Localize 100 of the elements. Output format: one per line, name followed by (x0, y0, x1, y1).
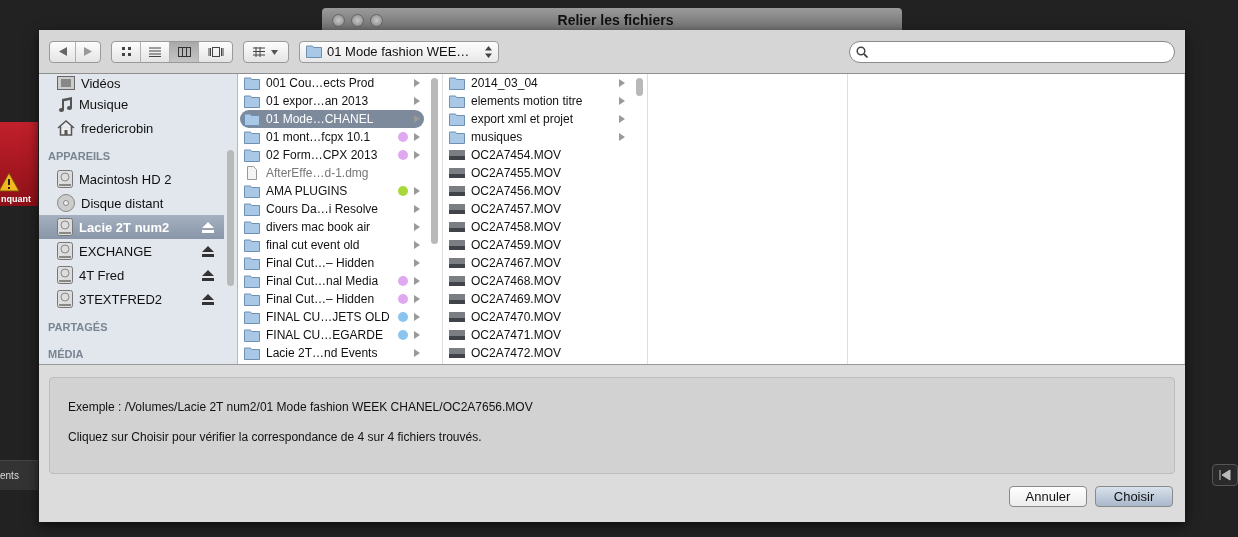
disclosure-arrow-icon (414, 241, 420, 249)
eject-icon[interactable] (202, 293, 214, 305)
file-row[interactable]: 2014_03_04 (445, 74, 629, 92)
video-thumbnail-icon (449, 150, 465, 160)
sidebar-item[interactable]: Musique (39, 92, 224, 116)
folder-icon (306, 45, 322, 58)
folder-icon (244, 184, 260, 198)
scrollbar-thumb[interactable] (636, 78, 643, 96)
file-row[interactable]: musiques (445, 128, 629, 146)
sidebar-item[interactable]: Vidéos (39, 74, 224, 92)
file-row[interactable]: Final Cut…nal Media (240, 272, 424, 290)
sidebar-heading: APPAREILS (47, 149, 112, 164)
file-row[interactable]: OC2A7471.MOV (445, 326, 629, 344)
disclosure-arrow-icon (414, 331, 420, 339)
video-thumbnail-icon (449, 348, 465, 358)
file-row[interactable]: OC2A7472.MOV (445, 344, 629, 362)
side-label: ents (0, 470, 19, 481)
folder-icon (449, 130, 465, 144)
sidebar-item[interactable]: 4T Fred (39, 263, 224, 287)
forward-arrow-icon (84, 47, 92, 56)
folder-icon (244, 346, 260, 360)
disclosure-arrow-icon (414, 223, 420, 231)
sidebar-item[interactable]: fredericrobin (39, 116, 224, 140)
folder-icon (449, 76, 465, 90)
window-control-icon[interactable] (351, 13, 364, 27)
hard-drive-icon (57, 290, 73, 308)
window-title: Relier les fichiers (556, 12, 675, 28)
sidebar-item[interactable]: Macintosh HD 2 (39, 167, 224, 191)
folder-icon (244, 130, 260, 144)
folder-icon (244, 202, 260, 216)
video-thumbnail-icon (449, 276, 465, 286)
instruction-text: Cliquez sur Choisir pour vérifier la correspondance de 4 sur 4 fichiers trouvés. (68, 430, 483, 444)
file-row[interactable]: Cours Da…i Resolve (240, 200, 424, 218)
file-row[interactable]: OC2A7458.MOV (445, 218, 629, 236)
folder-icon (244, 220, 260, 234)
disclosure-arrow-icon (414, 313, 420, 321)
video-thumbnail-icon (449, 168, 465, 178)
file-row[interactable]: Final Cut…– Hidden (240, 254, 424, 272)
disclosure-arrow-icon (414, 97, 420, 105)
file-row[interactable]: OC2A7470.MOV (445, 308, 629, 326)
video-thumbnail-icon (449, 294, 465, 304)
house-icon (57, 120, 75, 136)
video-thumbnail-icon (449, 258, 465, 268)
music-note-icon (57, 96, 73, 112)
file-row[interactable]: FINAL CU…JETS OLD (240, 308, 424, 326)
disclosure-arrow-icon (414, 205, 420, 213)
disc-icon (57, 194, 75, 212)
file-row[interactable]: AfterEffe…d-1.dmg (240, 164, 424, 182)
file-row[interactable]: AMA PLUGINS (240, 182, 424, 200)
file-row[interactable]: 01 expor…an 2013 (240, 92, 424, 110)
skip-back-button[interactable] (1212, 464, 1238, 486)
file-row[interactable]: 001 Cou…ects Prod (240, 74, 424, 92)
eject-icon[interactable] (202, 245, 214, 257)
disclosure-arrow-icon (414, 133, 420, 141)
file-row[interactable]: elements motion titre (445, 92, 629, 110)
window-control-icon[interactable] (370, 13, 383, 27)
sidebar-item[interactable]: 3TEXTFRED2 (39, 287, 224, 311)
search-field[interactable] (849, 40, 1175, 63)
eject-icon[interactable] (202, 269, 214, 281)
file-row[interactable]: OC2A7455.MOV (445, 164, 629, 182)
folder-icon (244, 112, 260, 126)
skip-back-icon (1219, 469, 1231, 481)
scrollbar-thumb[interactable] (227, 150, 234, 286)
disclosure-arrow-icon (414, 349, 420, 357)
file-row[interactable]: OC2A7467.MOV (445, 254, 629, 272)
folder-icon (449, 112, 465, 126)
document-icon (244, 166, 260, 180)
folder-icon (449, 94, 465, 108)
sidebar-item[interactable]: EXCHANGE (39, 239, 224, 263)
file-row[interactable]: export xml et projet (445, 110, 629, 128)
disclosure-arrow-icon (414, 151, 420, 159)
file-row[interactable]: OC2A7468.MOV (445, 272, 629, 290)
file-row[interactable]: 02 Form…CPX 2013 (240, 146, 424, 164)
warning-icon (0, 172, 20, 192)
video-thumbnail-icon (449, 204, 465, 214)
sidebar-item[interactable]: Disque distant (39, 191, 224, 215)
file-row[interactable]: 01 mont…fcpx 10.1 (240, 128, 424, 146)
path-popup[interactable]: 01 Mode fashion WEE… (299, 40, 499, 63)
file-row[interactable]: OC2A7454.MOV (445, 146, 629, 164)
view-mode-button[interactable] (170, 41, 199, 62)
file-row[interactable]: OC2A7459.MOV (445, 236, 629, 254)
scrollbar-thumb[interactable] (431, 78, 438, 244)
folder-icon (244, 328, 260, 342)
file-row[interactable]: Final Cut…– Hidden (240, 290, 424, 308)
file-row[interactable]: 01 Mode…CHANEL (240, 110, 424, 128)
window-control-icon[interactable] (332, 13, 345, 27)
file-row[interactable]: OC2A7457.MOV (445, 200, 629, 218)
dialog-button[interactable]: Annuler (1009, 486, 1087, 507)
file-row[interactable]: Lacie 2T…nd Events (240, 344, 424, 362)
disclosure-arrow-icon (414, 115, 420, 123)
file-row[interactable]: final cut event old (240, 236, 424, 254)
film-icon (57, 76, 75, 90)
hard-drive-icon (57, 218, 73, 236)
disclosure-arrow-icon (619, 79, 625, 87)
file-row[interactable]: FINAL CU…EGARDE (240, 326, 424, 344)
file-row[interactable]: OC2A7469.MOV (445, 290, 629, 308)
alert-label: nquant (1, 194, 31, 204)
dialog-button[interactable]: Choisir (1095, 486, 1173, 507)
file-row[interactable]: OC2A7456.MOV (445, 182, 629, 200)
file-row[interactable]: divers mac book air (240, 218, 424, 236)
